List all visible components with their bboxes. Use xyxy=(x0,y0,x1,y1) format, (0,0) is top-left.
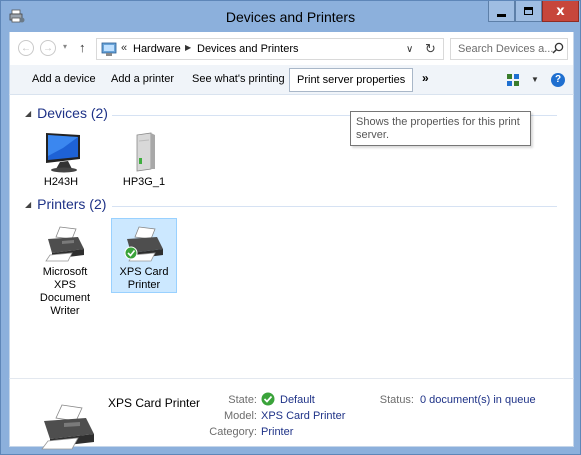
address-row: ← → ▾ ↑ « Hardware ▶ Devices and Printer… xyxy=(9,32,574,65)
search-icon[interactable] xyxy=(552,42,564,54)
help-icon[interactable]: ? xyxy=(551,73,565,87)
forward-button[interactable]: → xyxy=(40,40,56,56)
breadcrumb-hardware[interactable]: Hardware xyxy=(133,43,181,55)
back-arrow-icon: ← xyxy=(21,42,31,54)
group-header-printers[interactable]: ◢ Printers (2) xyxy=(25,196,106,212)
breadcrumb-devices-and-printers[interactable]: Devices and Printers xyxy=(197,43,299,55)
status-label: Status: xyxy=(379,394,414,406)
view-options-dropdown-icon[interactable]: ▼ xyxy=(531,75,539,84)
devices-and-printers-window: Devices and Printers x ← → ▾ ↑ « Hardwar… xyxy=(0,0,581,455)
group-divider xyxy=(112,206,557,207)
monitor-icon xyxy=(46,133,80,173)
collapse-triangle-icon[interactable]: ◢ xyxy=(25,109,31,118)
printer-item-xps-card[interactable]: XPS Card Printer xyxy=(111,218,177,293)
breadcrumb-separator-icon[interactable]: ▶ xyxy=(185,43,191,52)
overflow-chevron[interactable]: « xyxy=(121,42,127,54)
collapse-triangle-icon[interactable]: ◢ xyxy=(25,200,31,209)
group-title-printers: Printers (2) xyxy=(37,196,107,212)
minimize-icon xyxy=(497,13,506,17)
search-input[interactable]: Search Devices a... xyxy=(450,38,568,60)
model-label: Model: xyxy=(223,410,257,422)
maximize-button[interactable] xyxy=(515,1,542,22)
printer-icon xyxy=(45,226,84,262)
category-label: Category: xyxy=(209,426,257,438)
selected-device-name: XPS Card Printer xyxy=(108,396,201,410)
forward-arrow-icon: → xyxy=(43,42,53,54)
details-pane: XPS Card Printer State: Default Model: X… xyxy=(9,378,574,450)
model-value: XPS Card Printer xyxy=(261,410,346,422)
device-label: HP3G_1 xyxy=(122,176,166,188)
more-commands-button[interactable]: » xyxy=(422,71,429,85)
close-button[interactable]: x xyxy=(542,1,579,22)
state-label: State: xyxy=(228,394,257,406)
title-bar[interactable]: Devices and Printers x xyxy=(1,1,580,31)
minimize-button[interactable] xyxy=(488,1,515,22)
category-value: Printer xyxy=(261,426,294,438)
group-header-devices[interactable]: ◢ Devices (2) xyxy=(25,105,108,121)
print-server-properties-button[interactable]: Print server properties xyxy=(289,68,414,92)
command-bar: Add a device Add a printer See what's pr… xyxy=(9,65,574,95)
print-server-tooltip: Shows the properties for this print serv… xyxy=(350,111,531,146)
computer-tower-icon xyxy=(136,132,155,172)
device-item-hp3g-1[interactable]: HP3G_1 xyxy=(111,131,177,189)
printer-label: XPS Card Printer xyxy=(119,266,169,291)
add-printer-button[interactable]: Add a printer xyxy=(111,73,174,85)
selected-printer-icon xyxy=(41,404,94,450)
printer-label: Microsoft XPS Document Writer xyxy=(39,266,91,317)
add-device-button[interactable]: Add a device xyxy=(32,73,96,85)
search-placeholder: Search Devices a... xyxy=(458,43,554,55)
maximize-icon xyxy=(524,7,533,15)
recent-locations-dropdown[interactable]: ▾ xyxy=(63,42,67,51)
state-value: Default xyxy=(280,394,315,406)
refresh-icon[interactable]: ↻ xyxy=(425,41,436,57)
control-panel-icon xyxy=(101,42,117,56)
back-button[interactable]: ← xyxy=(18,40,34,56)
address-dropdown-icon[interactable]: ∨ xyxy=(406,44,413,55)
group-title-devices: Devices (2) xyxy=(37,105,108,121)
default-check-icon xyxy=(261,392,275,406)
change-view-icon[interactable] xyxy=(507,74,519,86)
up-button[interactable]: ↑ xyxy=(79,40,86,55)
status-value: 0 document(s) in queue xyxy=(420,394,536,406)
close-icon: x xyxy=(556,3,565,19)
printer-default-icon xyxy=(124,226,163,262)
address-bar[interactable]: « Hardware ▶ Devices and Printers ∨ ↻ xyxy=(96,38,444,60)
printer-item-microsoft-xps[interactable]: Microsoft XPS Document Writer xyxy=(32,225,98,318)
device-item-h243h[interactable]: H243H xyxy=(28,131,94,189)
device-label: H243H xyxy=(43,176,79,188)
see-whats-printing-button[interactable]: See what's printing xyxy=(192,73,285,85)
